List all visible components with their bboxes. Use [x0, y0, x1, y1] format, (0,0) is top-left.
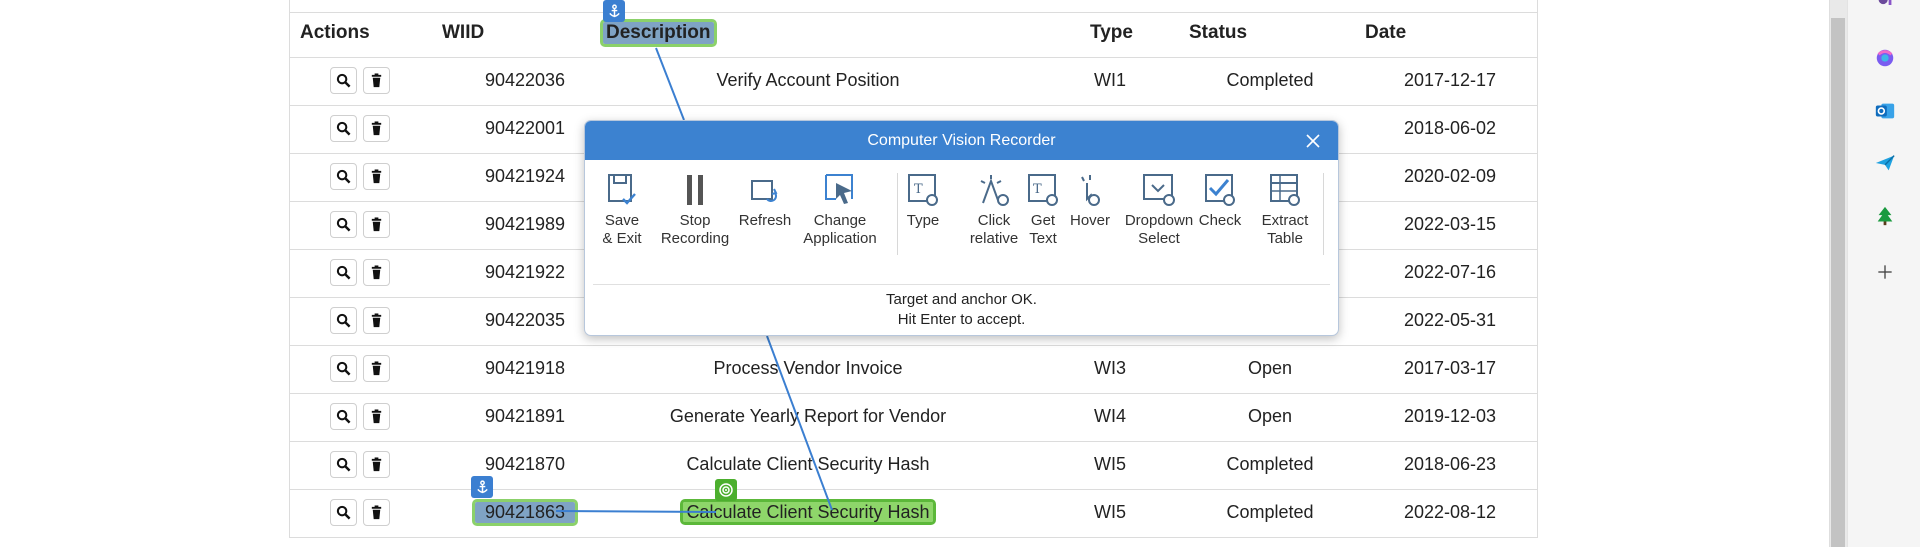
send-icon[interactable] [1872, 150, 1898, 176]
tool-refresh-button[interactable]: Refresh [734, 169, 796, 230]
tool-hover-button[interactable]: Hover [1067, 169, 1113, 230]
close-icon[interactable] [1301, 129, 1325, 153]
tool-label: Save & Exit [602, 212, 642, 247]
svg-text:T: T [914, 182, 923, 197]
get-text-icon: T [1021, 169, 1065, 207]
check-icon [1195, 169, 1245, 207]
tool-label: Check [1198, 212, 1242, 229]
dropdown-select-icon [1120, 169, 1198, 207]
tool-extract-table-button[interactable]: Extract Table [1255, 169, 1315, 248]
dialog-divider [593, 284, 1330, 285]
click-relative-icon [965, 169, 1023, 207]
pause-icon [660, 169, 730, 207]
profile-icon[interactable] [1872, 0, 1898, 18]
toolbar-separator [1323, 173, 1324, 255]
tool-change-application-button[interactable]: Change Application [800, 169, 880, 248]
refresh-icon [734, 169, 796, 207]
tool-check-button[interactable]: Check [1195, 169, 1245, 230]
tool-label: Change Application [803, 212, 877, 247]
tool-type-button[interactable]: T Type [905, 169, 941, 230]
tool-dropdown-select-button[interactable]: Dropdown Select [1120, 169, 1198, 248]
type-icon: T [905, 169, 941, 207]
svg-text:T: T [1033, 182, 1042, 197]
computer-vision-recorder-dialog: Computer Vision Recorder Save & Exit Stop… [584, 120, 1339, 336]
change-application-icon [800, 169, 880, 207]
save-exit-icon [602, 169, 642, 207]
tool-get-text-button[interactable]: T Get Text [1021, 169, 1065, 248]
tool-label: Stop Recording [660, 212, 730, 247]
hover-icon [1067, 169, 1113, 207]
tool-click-relative-button[interactable]: Click relative [965, 169, 1023, 248]
tool-stop-recording-button[interactable]: Stop Recording [660, 169, 730, 248]
tool-label: Hover [1069, 212, 1110, 229]
tool-label: Extract Table [1261, 212, 1309, 247]
page-scrollbar-thumb[interactable] [1831, 18, 1845, 547]
tree-icon[interactable] [1872, 203, 1898, 229]
tool-label: Click relative [969, 212, 1019, 247]
toolbar-separator [897, 173, 898, 255]
extract-table-icon [1255, 169, 1315, 207]
copilot-icon[interactable] [1872, 45, 1898, 71]
dialog-title: Computer Vision Recorder [585, 121, 1338, 160]
tool-label: Get Text [1029, 212, 1057, 247]
outlook-icon[interactable] [1872, 98, 1898, 124]
tool-label: Type [906, 212, 940, 229]
tool-label: Dropdown Select [1124, 212, 1194, 247]
tool-label: Refresh [738, 212, 792, 229]
status-message-line1: Target and anchor OK. [886, 291, 1037, 308]
add-icon[interactable] [1872, 259, 1898, 285]
tool-save-exit-button[interactable]: Save & Exit [602, 169, 642, 248]
status-message-line2: Hit Enter to accept. [897, 311, 1026, 328]
